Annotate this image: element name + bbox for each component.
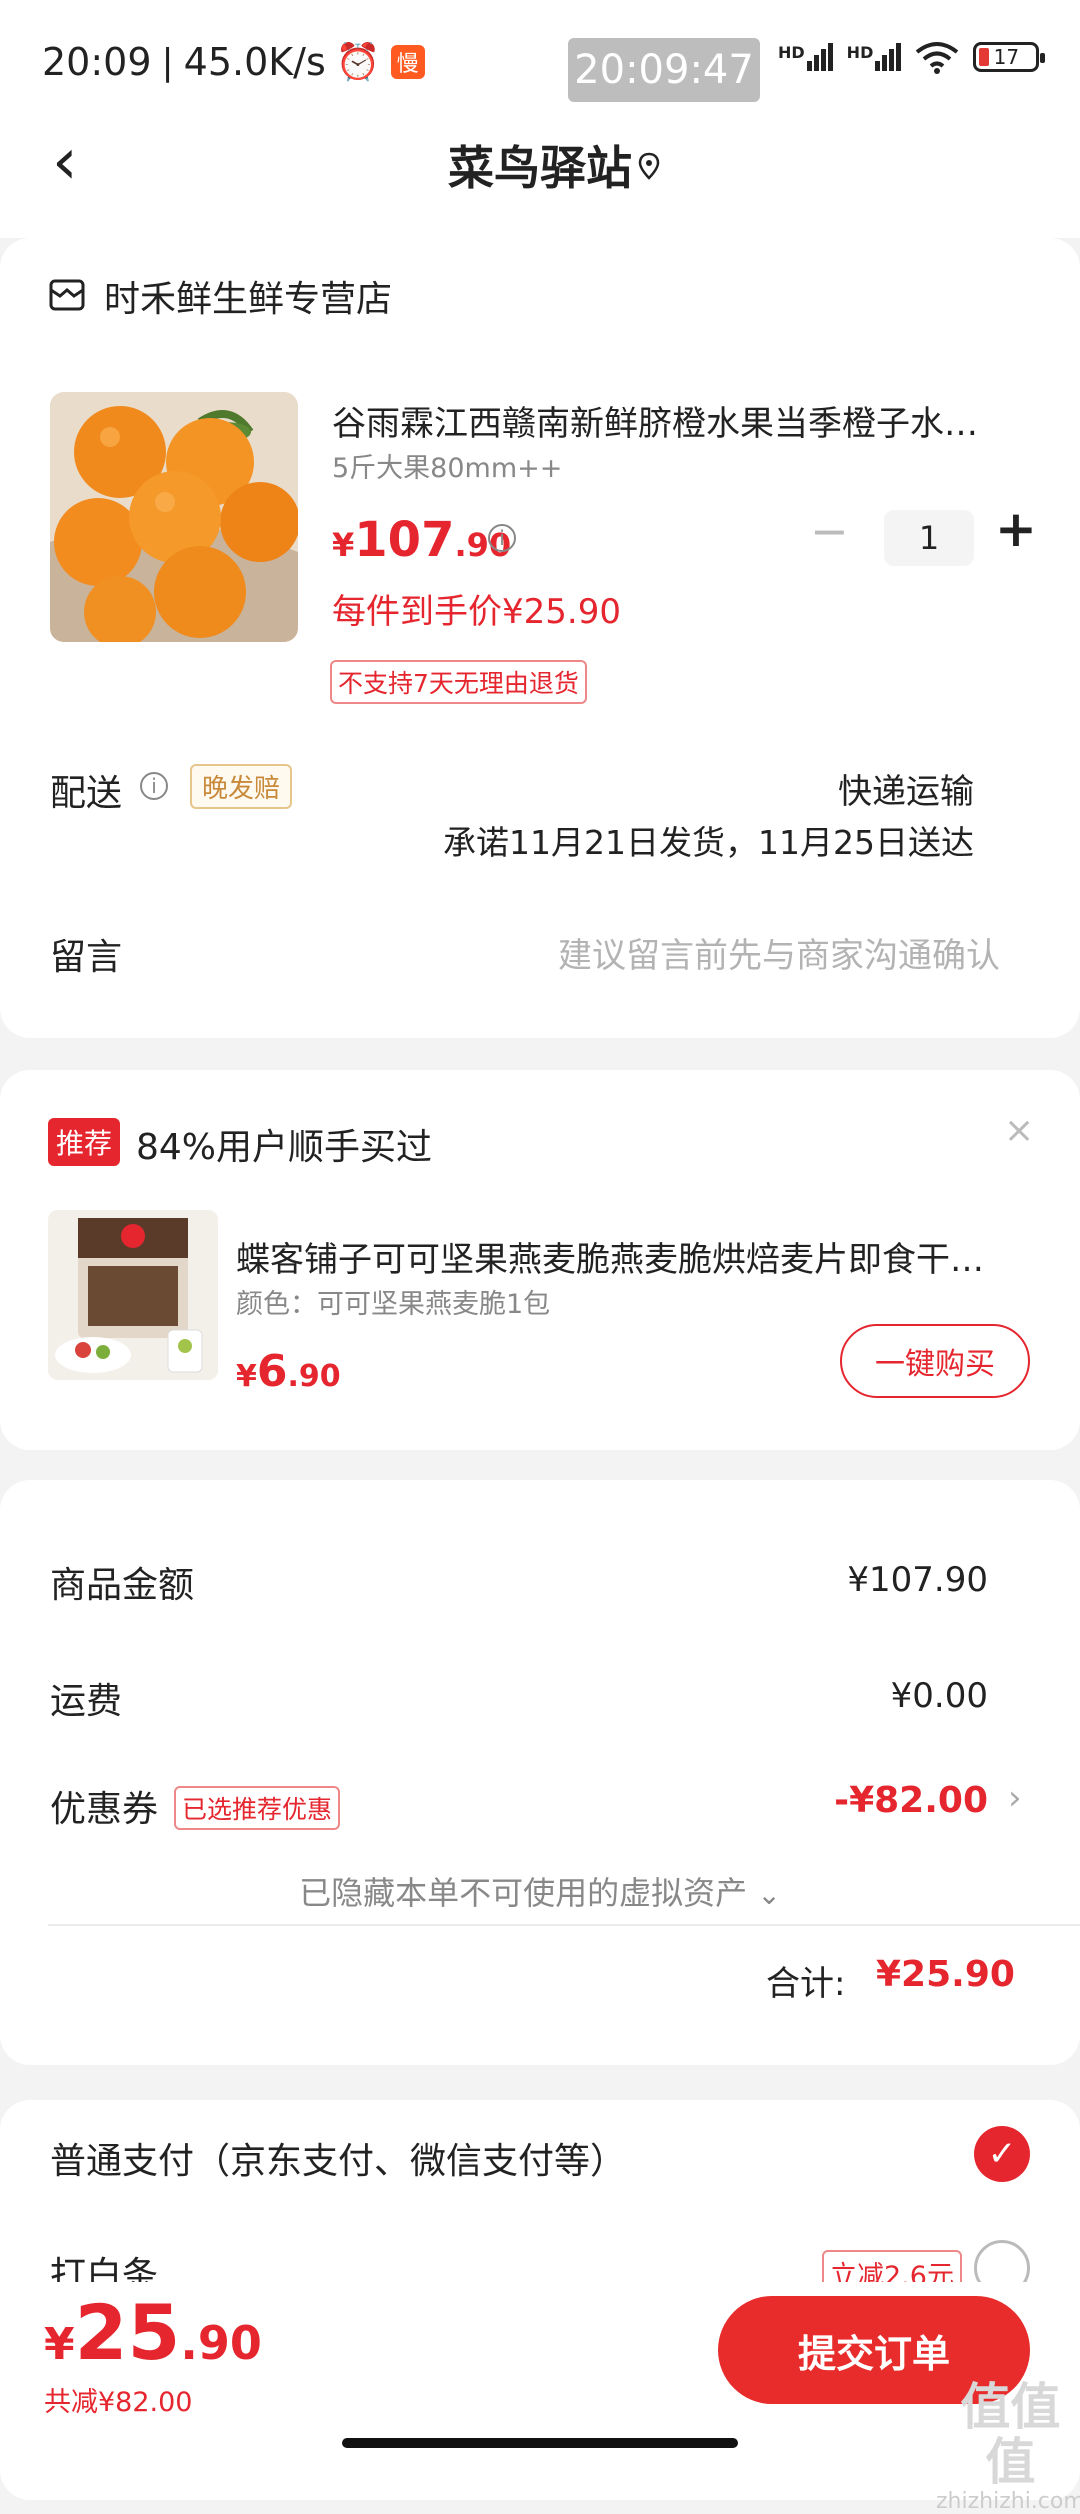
bb-price-decimal: .90: [180, 2316, 262, 2370]
signal-icon-2: HD: [847, 43, 902, 71]
status-left: 20:09 | 45.0K/s ⏰ 慢: [42, 40, 425, 84]
per-item-price: 每件到手价¥25.90: [332, 592, 621, 632]
close-icon[interactable]: ×: [1004, 1110, 1034, 1151]
recommend-title: 84%用户顺手买过: [136, 1127, 433, 1168]
price-integer: 107: [354, 512, 455, 568]
recommend-product-price: ¥6.90: [236, 1346, 341, 1397]
shipping-value: ¥0.00: [890, 1676, 988, 1716]
product-title[interactable]: 谷雨霖江西赣南新鲜脐橙水果当季橙子水…: [332, 396, 1032, 445]
total-value: ¥25.90: [876, 1954, 1015, 1995]
one-click-buy-button[interactable]: 一键购买: [840, 1324, 1030, 1398]
network-speed: 45.0K/s: [183, 40, 326, 84]
watermark-logo: 值值值: [960, 2378, 1061, 2491]
coupon-value[interactable]: -¥82.00: [0, 1780, 988, 1821]
quantity-increase-button[interactable]: +: [995, 504, 1037, 554]
rec-price-currency: ¥: [236, 1359, 257, 1394]
delivery-method[interactable]: 快递运输: [0, 764, 974, 813]
product-price: ¥107.90: [332, 512, 511, 568]
recommend-product-name[interactable]: 蝶客铺子可可坚果燕麦脆燕麦脆烘焙麦片即食干…: [236, 1232, 1036, 1281]
recommend-product-spec: 颜色：可可坚果燕麦脆1包: [236, 1289, 551, 1320]
total-label: 合计:: [766, 1964, 846, 2004]
location-pin-icon[interactable]: [638, 152, 660, 180]
rec-price-integer: 6: [256, 1346, 288, 1397]
wifi-icon: [916, 42, 959, 74]
product-spec: 5斤大果80mm++: [332, 453, 563, 484]
watermark: 值值值 zhizhizhi.com: [936, 2380, 1080, 2514]
quantity-value[interactable]: 1: [884, 510, 974, 566]
watermark-text: zhizhizhi.com: [936, 2489, 1080, 2514]
alarm-icon: ⏰: [335, 42, 381, 83]
goods-amount-value: ¥107.90: [847, 1560, 988, 1600]
store-icon: [49, 279, 85, 311]
price-currency: ¥: [332, 526, 355, 564]
total-saved: 共减¥82.00: [44, 2387, 193, 2418]
page-title: 菜鸟驿站: [448, 141, 632, 195]
chevron-down-icon: ⌄: [757, 1878, 781, 1911]
store-name[interactable]: 时禾鲜生鲜专营店: [104, 270, 392, 322]
hidden-assets-text: 已隐藏本单不可使用的虚拟资产: [299, 1874, 748, 1912]
product-image[interactable]: [50, 392, 298, 642]
quantity-decrease-button[interactable]: −: [810, 508, 849, 554]
hidden-assets-toggle[interactable]: 已隐藏本单不可使用的虚拟资产 ⌄: [0, 1868, 1080, 1914]
home-indicator[interactable]: [342, 2438, 738, 2448]
app-notification-icon: 慢: [390, 45, 425, 79]
checkmark-icon[interactable]: ✓: [974, 2126, 1030, 2182]
recommend-badge: 推荐: [48, 1118, 121, 1166]
status-right: HD HD 17: [778, 40, 1046, 74]
status-separator: |: [161, 41, 174, 83]
clock-overlay: 20:09:47: [568, 38, 760, 102]
chevron-right-icon[interactable]: ›: [1008, 1778, 1022, 1818]
signal-hd-label-2: HD: [846, 43, 874, 62]
delivery-promise: 承诺11月21日发货，11月25日送达: [443, 823, 974, 862]
normal-payment-label[interactable]: 普通支付（京东支付、微信支付等）: [50, 2132, 626, 2184]
battery-icon: 17: [973, 42, 1046, 72]
rec-price-decimal: .90: [287, 1359, 341, 1394]
price-info-icon[interactable]: i: [488, 524, 516, 552]
message-input[interactable]: 建议留言前先与商家沟通确认: [0, 928, 1000, 977]
bb-price-integer: 25: [74, 2288, 181, 2377]
status-time: 20:09: [42, 40, 152, 84]
bb-price-currency: ¥: [44, 2319, 75, 2370]
recommend-product-image[interactable]: [48, 1210, 218, 1380]
signal-icon: HD: [778, 43, 833, 71]
battery-level: 17: [993, 45, 1020, 69]
payable-amount: ¥25.90: [44, 2288, 262, 2377]
signal-hd-label: HD: [778, 43, 805, 62]
return-policy-badge: 不支持7天无理由退货: [330, 660, 587, 704]
divider: [48, 1924, 1080, 1926]
